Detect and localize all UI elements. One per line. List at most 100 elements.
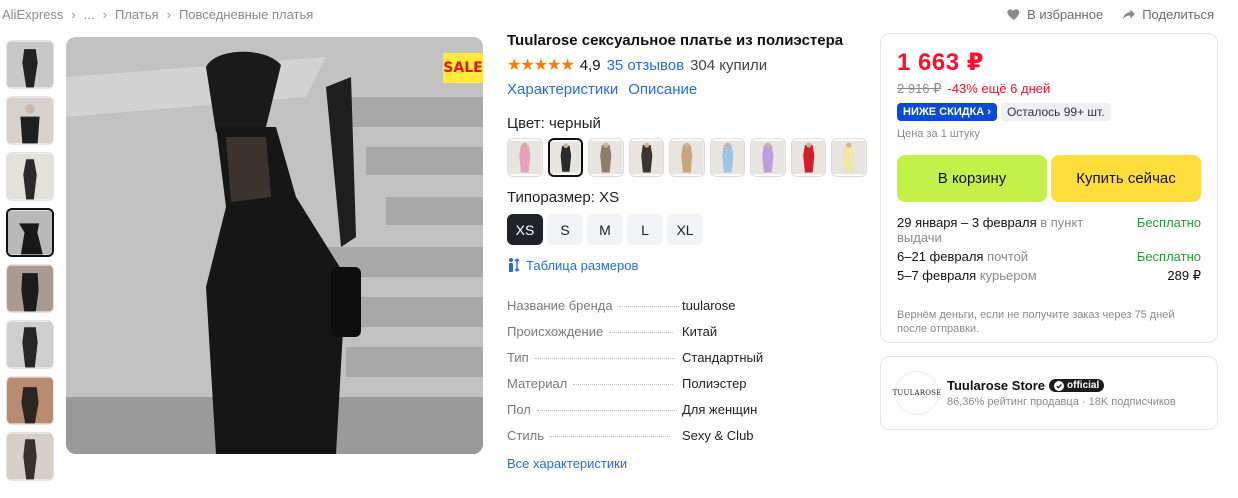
thumbnail[interactable] xyxy=(6,432,54,481)
color-swatch[interactable] xyxy=(507,138,543,177)
rating-row: ★★★★★ 4,9 35 отзывов 304 купили xyxy=(507,55,867,75)
bought-count: 304 купили xyxy=(690,56,768,74)
purchase-buttons: В корзину Купить сейчас xyxy=(897,155,1201,202)
spec-key: Материал xyxy=(507,376,568,391)
size-option-s[interactable]: S xyxy=(547,214,583,245)
spec-key: Тип xyxy=(507,350,529,365)
share-icon xyxy=(1123,9,1136,20)
product-photo xyxy=(66,37,483,454)
info-links: Характеристики Описание xyxy=(507,81,867,98)
color-label: Цвет: черный xyxy=(507,115,601,132)
top-actions: В избранное Поделиться xyxy=(1006,6,1214,22)
color-swatch[interactable] xyxy=(588,138,624,177)
delivery-price: 289 ₽ xyxy=(1167,268,1201,283)
size-selector: XS S M L XL xyxy=(507,214,867,245)
breadcrumb-item[interactable]: Повседневные платья xyxy=(179,7,313,22)
spec-row: Происхождение Китай xyxy=(507,324,867,350)
spec-value: tuularose xyxy=(682,298,736,313)
spec-key: Пол xyxy=(507,402,531,417)
thumbnail[interactable] xyxy=(6,40,54,89)
heart-icon xyxy=(1007,9,1020,20)
refund-note: Вернём деньги, если не получите заказ че… xyxy=(897,309,1175,336)
color-swatch[interactable] xyxy=(831,138,867,177)
thumbnail[interactable] xyxy=(6,152,54,201)
spec-key: Стиль xyxy=(507,428,544,443)
delivery-price: Бесплатно xyxy=(1136,215,1201,230)
delivery-row: 5–7 февраля курьером 289 ₽ xyxy=(897,268,1201,284)
delivery-date: 6–21 февраля xyxy=(897,249,984,264)
size-table-label: Таблица размеров xyxy=(526,257,639,273)
spec-key: Происхождение xyxy=(507,324,604,339)
chevron-right-icon: › xyxy=(102,7,107,22)
thumbnail[interactable] xyxy=(6,320,54,369)
chevron-right-icon: › xyxy=(166,7,171,22)
spec-row: Материал Полиэстер xyxy=(507,376,867,402)
description-link[interactable]: Описание xyxy=(628,81,697,98)
size-option-l[interactable]: L xyxy=(627,214,663,245)
store-rating: 86,36% рейтинг продавца xyxy=(947,396,1079,408)
breadcrumb: AliExpress › ... › Платья › Повседневные… xyxy=(2,7,313,22)
main-product-image[interactable]: SALE xyxy=(66,37,483,454)
store-meta: 86,36% рейтинг продавца · 18K подписчико… xyxy=(947,396,1176,408)
size-option-m[interactable]: M xyxy=(587,214,623,245)
favorite-button[interactable]: В избранное xyxy=(1006,6,1103,22)
spec-list: Название бренда tuularose Происхождение Ки… xyxy=(507,298,867,454)
breadcrumb-item[interactable]: Платья xyxy=(115,7,159,22)
store-name[interactable]: Tuularose Store xyxy=(947,378,1045,393)
share-button[interactable]: Поделиться xyxy=(1121,6,1214,22)
low-price-badge[interactable]: НИЖЕ СКИДКА › xyxy=(897,103,997,121)
spec-value: Для женщин xyxy=(682,402,758,417)
spec-value: Sexy & Club xyxy=(682,428,754,443)
thumbnail[interactable] xyxy=(6,96,54,145)
delivery-row: 6–21 февраля почтой Бесплатно xyxy=(897,249,1201,264)
reviews-link[interactable]: 35 отзывов xyxy=(607,57,685,74)
spec-row: Название бренда tuularose xyxy=(507,298,867,324)
spec-key: Название бренда xyxy=(507,298,613,313)
delivery-date: 29 января – 3 февраля xyxy=(897,215,1037,230)
verified-check-icon xyxy=(1054,380,1065,391)
star-rating-icon: ★★★★★ xyxy=(507,57,575,74)
buy-now-button[interactable]: Купить сейчас xyxy=(1051,155,1201,202)
delivery-price: Бесплатно xyxy=(1136,249,1201,264)
favorite-label: В избранное xyxy=(1027,6,1104,22)
thumbnail[interactable] xyxy=(6,376,54,425)
thumbnail-active[interactable] xyxy=(6,208,54,257)
add-to-cart-button[interactable]: В корзину xyxy=(897,155,1047,202)
color-swatch[interactable] xyxy=(547,138,584,177)
chevron-right-icon: › xyxy=(71,7,76,22)
all-specs-link[interactable]: Все характеристики xyxy=(507,456,867,471)
spec-value: Стандартный xyxy=(682,350,764,365)
color-swatch[interactable] xyxy=(709,138,746,177)
store-card[interactable]: TUULAROSE Tuularose Store official 86,36… xyxy=(880,356,1218,430)
breadcrumb-item[interactable]: AliExpress xyxy=(2,7,63,22)
color-swatch[interactable] xyxy=(750,138,786,177)
product-title: Tuularose сексуальное платье из полиэсте… xyxy=(507,32,844,49)
delivery-date: 5–7 февраля xyxy=(897,268,977,283)
store-logo: TUULAROSE xyxy=(893,371,941,415)
size-label: Типоразмер: XS xyxy=(507,189,620,206)
spec-row: Пол Для женщин xyxy=(507,402,867,428)
current-price: 1 663 ₽ xyxy=(897,49,984,76)
store-subscribers: 18K подписчиков xyxy=(1088,396,1176,408)
buy-box: 1 663 ₽ 2 916 ₽ -43% ещё 6 дней НИЖЕ СКИ… xyxy=(880,33,1218,343)
breadcrumb-item[interactable]: ... xyxy=(84,7,95,22)
discount-label: -43% ещё 6 дней xyxy=(947,81,1051,96)
size-option-xs[interactable]: XS xyxy=(507,214,543,245)
color-swatch[interactable] xyxy=(790,138,827,177)
color-swatch[interactable] xyxy=(669,138,705,177)
old-price: 2 916 ₽ xyxy=(897,81,942,96)
official-label: official xyxy=(1067,380,1100,391)
thumbnail[interactable] xyxy=(6,264,54,313)
old-price-row: 2 916 ₽ -43% ещё 6 дней xyxy=(897,81,1201,97)
rating-value: 4,9 xyxy=(579,56,601,74)
delivery-method: курьером xyxy=(976,268,1037,283)
color-swatch[interactable] xyxy=(628,138,665,177)
size-chart-icon xyxy=(509,258,520,272)
stock-badge: Осталось 99+ шт. xyxy=(1000,103,1111,121)
specs-link[interactable]: Характеристики xyxy=(507,81,618,98)
spec-value: Китай xyxy=(682,324,718,339)
size-option-xl[interactable]: XL xyxy=(667,214,703,245)
spec-value: Полиэстер xyxy=(682,376,747,391)
spec-row: Тип Стандартный xyxy=(507,350,867,376)
size-table-link[interactable]: Таблица размеров xyxy=(507,257,867,273)
